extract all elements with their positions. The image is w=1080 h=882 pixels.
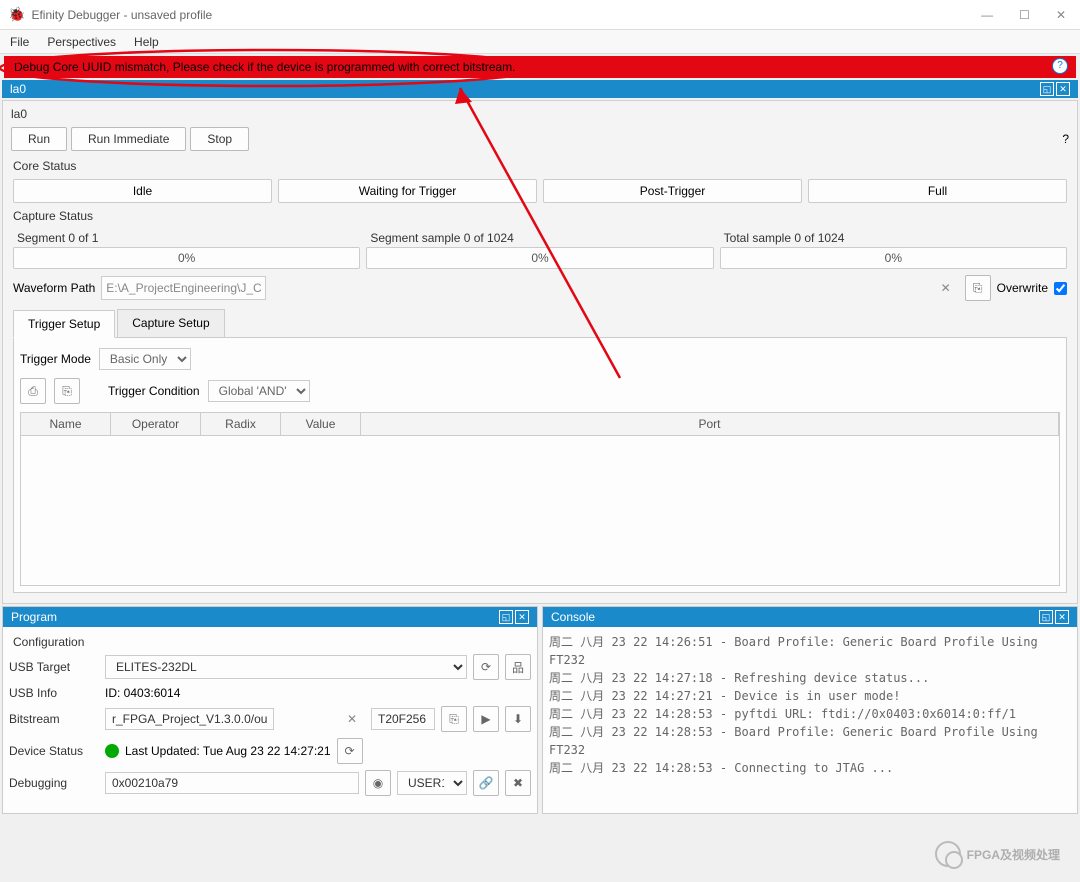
console-title: Console [551, 610, 595, 624]
program-flash-icon[interactable]: ⬇ [505, 706, 531, 732]
error-banner: Debug Core UUID mismatch, Please check i… [4, 56, 1076, 78]
overwrite-checkbox[interactable] [1054, 282, 1067, 295]
trigger-table-body [20, 436, 1060, 586]
tab-capture-setup[interactable]: Capture Setup [117, 309, 224, 337]
la-name: la0 [10, 82, 26, 96]
help-icon[interactable]: ? [1052, 58, 1068, 74]
stop-button[interactable]: Stop [190, 127, 249, 151]
program-pane: Program ◱✕ Configuration USB Target ELIT… [2, 606, 538, 814]
program-fpga-icon[interactable]: ▶ [473, 706, 499, 732]
menu-perspectives[interactable]: Perspectives [47, 35, 116, 49]
browse-waveform-icon[interactable]: ⎘ [965, 275, 991, 301]
segment-sample-progress: 0% [366, 247, 713, 269]
core-status-label: Core Status [7, 155, 1073, 177]
waveform-path-label: Waveform Path [13, 281, 95, 295]
segment-sample-label: Segment sample 0 of 1024 [366, 229, 713, 247]
watermark: FPGA及视频处理 [935, 841, 1060, 867]
status-full: Full [808, 179, 1067, 203]
panel-help-icon[interactable]: ? [1062, 132, 1069, 146]
device-status-label: Device Status [9, 744, 99, 758]
trigger-mode-label: Trigger Mode [20, 352, 91, 366]
console-restore-icon[interactable]: ◱ [1039, 610, 1053, 624]
watermark-text: FPGA及视频处理 [967, 846, 1060, 863]
bitstream-label: Bitstream [9, 712, 99, 726]
clear-path-icon[interactable]: ✕ [941, 281, 951, 295]
la-tab-header: la0 ◱ ✕ [2, 80, 1078, 98]
capture-status-label: Capture Status [7, 205, 1073, 227]
part-input[interactable] [371, 708, 435, 730]
usb-info-value: ID: 0403:6014 [105, 686, 180, 700]
add-trigger-icon[interactable]: ⎙ [20, 378, 46, 404]
device-status-value: Last Updated: Tue Aug 23 22 14:27:21 [125, 744, 331, 758]
minimize-button[interactable]: — [975, 6, 999, 24]
segment-progress: 0% [13, 247, 360, 269]
col-radix: Radix [201, 413, 281, 435]
usb-info-label: USB Info [9, 686, 99, 700]
trigger-condition-label: Trigger Condition [108, 384, 200, 398]
debug-action-icon[interactable]: ◉ [365, 770, 391, 796]
overwrite-label: Overwrite [997, 281, 1048, 295]
restore-icon[interactable]: ◱ [1040, 82, 1054, 96]
usb-tree-icon[interactable]: 品 [505, 654, 531, 680]
run-immediate-button[interactable]: Run Immediate [71, 127, 186, 151]
segment-label: Segment 0 of 1 [13, 229, 360, 247]
window-title: Efinity Debugger - unsaved profile [31, 8, 212, 22]
menubar: File Perspectives Help [0, 30, 1080, 54]
refresh-status-icon[interactable]: ⟳ [337, 738, 363, 764]
la-panel: la0 Run Run Immediate Stop ? Core Status… [2, 100, 1078, 604]
refresh-usb-icon[interactable]: ⟳ [473, 654, 499, 680]
debugging-input[interactable] [105, 772, 359, 794]
program-restore-icon[interactable]: ◱ [499, 610, 513, 624]
maximize-button[interactable]: ☐ [1013, 6, 1036, 24]
debugging-label: Debugging [9, 776, 99, 790]
status-waiting: Waiting for Trigger [278, 179, 537, 203]
debug-connect-icon[interactable]: 🔗 [473, 770, 499, 796]
usb-target-select[interactable]: ELITES-232DL [105, 655, 467, 679]
browse-bitstream-icon[interactable]: ⎘ [441, 706, 467, 732]
run-button[interactable]: Run [11, 127, 67, 151]
debug-disconnect-icon[interactable]: ✖ [505, 770, 531, 796]
trigger-mode-select[interactable]: Basic Only [99, 348, 191, 370]
menu-help[interactable]: Help [134, 35, 159, 49]
col-port: Port [361, 413, 1059, 435]
total-sample-progress: 0% [720, 247, 1067, 269]
window-titlebar: 🐞 Efinity Debugger - unsaved profile — ☐… [0, 0, 1080, 30]
bug-icon: 🐞 [8, 6, 25, 23]
program-close-icon[interactable]: ✕ [515, 610, 529, 624]
trigger-table-header: Name Operator Radix Value Port [20, 412, 1060, 436]
console-output[interactable]: 周二 八月 23 22 14:26:51 - Board Profile: Ge… [543, 627, 1077, 813]
bitstream-input[interactable] [105, 708, 274, 730]
status-idle: Idle [13, 179, 272, 203]
status-post: Post-Trigger [543, 179, 802, 203]
user-select[interactable]: USER1 [397, 771, 467, 795]
tab-trigger-setup[interactable]: Trigger Setup [13, 310, 115, 338]
program-title: Program [11, 610, 57, 624]
total-sample-label: Total sample 0 of 1024 [720, 229, 1067, 247]
close-panel-icon[interactable]: ✕ [1056, 82, 1070, 96]
wechat-icon [935, 841, 961, 867]
configuration-label: Configuration [9, 633, 531, 651]
col-value: Value [281, 413, 361, 435]
clear-bitstream-icon[interactable]: ✕ [347, 712, 357, 726]
close-button[interactable]: ✕ [1050, 6, 1072, 24]
console-close-icon[interactable]: ✕ [1055, 610, 1069, 624]
status-green-icon [105, 744, 119, 758]
trigger-condition-select[interactable]: Global 'AND' [208, 380, 310, 402]
col-name: Name [21, 413, 111, 435]
la-sub: la0 [7, 105, 1073, 123]
usb-target-label: USB Target [9, 660, 99, 674]
error-text: Debug Core UUID mismatch, Please check i… [14, 60, 516, 74]
col-operator: Operator [111, 413, 201, 435]
menu-file[interactable]: File [10, 35, 29, 49]
console-pane: Console ◱✕ 周二 八月 23 22 14:26:51 - Board … [542, 606, 1078, 814]
remove-trigger-icon[interactable]: ⎘ [54, 378, 80, 404]
waveform-path-input[interactable] [101, 276, 266, 300]
